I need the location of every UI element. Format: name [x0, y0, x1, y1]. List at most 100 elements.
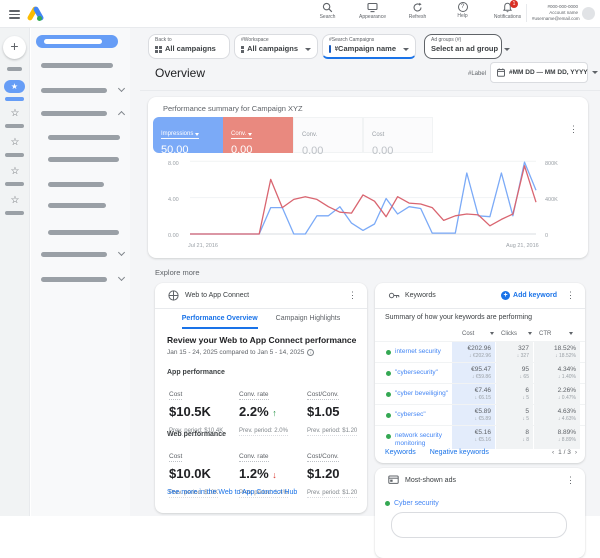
metric-label[interactable]: Cost/Conv. — [307, 453, 339, 462]
star-icon[interactable]: ☆ — [9, 196, 21, 206]
search-button[interactable]: Search — [311, 2, 344, 20]
keyword-name[interactable]: network security monitoring — [395, 432, 451, 448]
clicks-sub-value: ↓ 65 — [496, 374, 529, 380]
nav-skeleton-item[interactable] — [41, 111, 107, 116]
avatar[interactable] — [582, 7, 595, 20]
chevron-down-icon[interactable] — [118, 249, 125, 256]
rail-skeleton-bar[interactable] — [5, 124, 24, 128]
card-menu-icon[interactable]: ⋮ — [566, 476, 575, 485]
star-icon[interactable]: ☆ — [9, 167, 21, 177]
date-range-value: #MM DD — MM DD, YYYY — [509, 69, 588, 76]
workspace-chip[interactable]: #Workspace All campaigns — [234, 34, 318, 59]
card-menu-icon[interactable]: ⋮ — [566, 291, 575, 300]
keyword-row[interactable]: internet security €202.96↓ €202.96 327↓ … — [375, 341, 585, 362]
ad-group-selector-chip[interactable]: Ad groups (#) Select an ad group — [424, 34, 502, 59]
nav-item-selected[interactable] — [36, 35, 118, 48]
keyword-name[interactable]: "cybersec" — [395, 411, 451, 419]
metric-prev[interactable]: Prev. period: $1.20 — [307, 490, 357, 498]
ctr-value: 18.52% — [534, 345, 576, 352]
column-label: CTR — [539, 331, 551, 337]
metric-label: Impressions — [161, 131, 193, 137]
card-menu-icon[interactable]: ⋮ — [569, 125, 578, 134]
metric-label[interactable]: Cost — [169, 391, 182, 400]
keyword-row[interactable]: "cyber beveiliging" €7.46↓ €6.15 6↓ 5 2.… — [375, 383, 585, 404]
keywords-footer: Keywords Negative keywords — [385, 449, 489, 456]
nav-skeleton-subitem[interactable] — [48, 230, 119, 235]
nav-skeleton-subitem[interactable] — [48, 135, 120, 140]
tab-performance-overview[interactable]: Performance Overview — [182, 310, 258, 329]
column-header-clicks[interactable]: Clicks — [501, 327, 532, 340]
keyword-name[interactable]: "cybersecurity" — [395, 369, 451, 377]
star-icon[interactable]: ☆ — [9, 109, 21, 119]
ctr-value: 4.63% — [534, 408, 576, 415]
metric-value: 50.00 — [161, 144, 223, 156]
metric-tile-conversions[interactable]: Conv. 0.00 — [223, 117, 293, 153]
page-next-icon[interactable]: › — [575, 449, 577, 456]
column-header-cost[interactable]: Cost — [462, 327, 494, 340]
nav-skeleton-item[interactable] — [41, 252, 107, 257]
rail-skeleton-bar[interactable] — [5, 211, 24, 215]
tab-campaign-highlights[interactable]: Campaign Highlights — [276, 310, 341, 329]
google-ads-logo — [27, 5, 44, 22]
cost-value: €202.96 — [452, 345, 491, 352]
chevron-down-icon[interactable] — [118, 274, 125, 281]
nav-skeleton-item[interactable] — [41, 88, 107, 93]
date-range-picker[interactable]: #MM DD — MM DD, YYYY — [490, 62, 588, 83]
label-filter[interactable]: #Label — [468, 71, 486, 77]
page-prev-icon[interactable]: ‹ — [552, 449, 554, 456]
keyword-name[interactable]: "cyber beveiliging" — [395, 390, 451, 398]
nav-skeleton-subitem[interactable] — [48, 182, 104, 187]
metric-value: $10.5K — [169, 404, 235, 419]
metric-label: Cost — [372, 132, 384, 138]
metric-prev[interactable]: Prev. period: 2.0% — [239, 428, 288, 436]
create-button[interactable]: + — [3, 36, 26, 59]
account-info[interactable]: #000-000-0000 Account name #username@ema… — [526, 4, 578, 22]
add-keyword-button[interactable]: + Add keyword — [501, 291, 557, 300]
metric-prev[interactable]: Prev. period: $1.20 — [307, 428, 357, 436]
metric-tile-conv[interactable]: Conv. 0.00 — [293, 117, 363, 153]
back-to-all-campaigns-chip[interactable]: Back to All campaigns — [148, 34, 230, 59]
keywords-tab-link[interactable]: Keywords — [385, 449, 416, 456]
chevron-down-icon[interactable] — [118, 85, 125, 92]
negative-keywords-tab-link[interactable]: Negative keywords — [430, 449, 489, 456]
metric-label[interactable]: Cost/Conv. — [307, 391, 339, 400]
campaign-selector-chip[interactable]: #Search Campaigns #Campaign name — [322, 34, 416, 59]
performance-line-chart[interactable] — [186, 157, 540, 241]
rail-active-underbar — [5, 97, 24, 101]
metric-label[interactable]: Cost — [169, 453, 182, 462]
metric-label: Conv. — [302, 132, 317, 138]
star-icon[interactable]: ☆ — [9, 138, 21, 148]
menu-icon[interactable] — [9, 10, 20, 19]
help-button[interactable]: ? Help — [446, 2, 479, 20]
keyword-row[interactable]: network security monitoring €5.16↓ €5.16… — [375, 425, 585, 449]
rail-skeleton-bar[interactable] — [5, 153, 24, 157]
appearance-button[interactable]: Appearance — [356, 2, 389, 20]
nav-skeleton-item[interactable] — [41, 63, 113, 68]
info-icon[interactable]: i — [307, 349, 314, 356]
cost-value: €7.46 — [452, 387, 491, 394]
metric-tile-impressions[interactable]: Impressions 50.00 — [153, 117, 223, 153]
ctr-sub-value: ↓ 1.40% — [534, 374, 576, 380]
metric-label[interactable]: Conv. rate — [239, 453, 269, 462]
notifications-button[interactable]: Notifications 1 — [491, 2, 524, 20]
nav-skeleton-item[interactable] — [41, 277, 107, 282]
metric-tile-cost[interactable]: Cost 0.00 — [363, 117, 433, 153]
nav-skeleton-subitem[interactable] — [48, 157, 119, 162]
column-header-ctr[interactable]: CTR — [539, 327, 573, 340]
card-header: Keywords + Add keyword ⋮ — [375, 283, 585, 309]
refresh-button[interactable]: Refresh — [401, 2, 434, 20]
card-menu-icon[interactable]: ⋮ — [348, 291, 357, 300]
web-to-app-hub-link[interactable]: See more in the Web to App Connect Hub — [167, 489, 297, 496]
web-to-app-connect-card: Web to App Connect ⋮ Performance Overvie… — [155, 283, 367, 513]
chevron-up-icon[interactable] — [118, 111, 125, 118]
keyword-row[interactable]: "cybersecurity" €95.47↓ €59.86 95↓ 65 4.… — [375, 362, 585, 383]
ctr-sub-value: ↓ 0.47% — [534, 395, 576, 401]
metric-label[interactable]: Conv. rate — [239, 391, 269, 400]
keyword-row[interactable]: "cybersec" €5.89↓ €5.89 5↓ 5 4.63%↓ 4.63… — [375, 404, 585, 425]
rail-item-active[interactable]: ★ — [4, 80, 25, 93]
nav-skeleton-subitem[interactable] — [48, 203, 106, 208]
metric-app-cost-conv: Cost/Conv. $1.05 Prev. period: $1.20 — [307, 383, 373, 437]
rail-skeleton-bar[interactable] — [5, 182, 24, 186]
keyword-name[interactable]: internet security — [395, 348, 451, 356]
ad-name-link[interactable]: Cyber security — [394, 500, 439, 507]
